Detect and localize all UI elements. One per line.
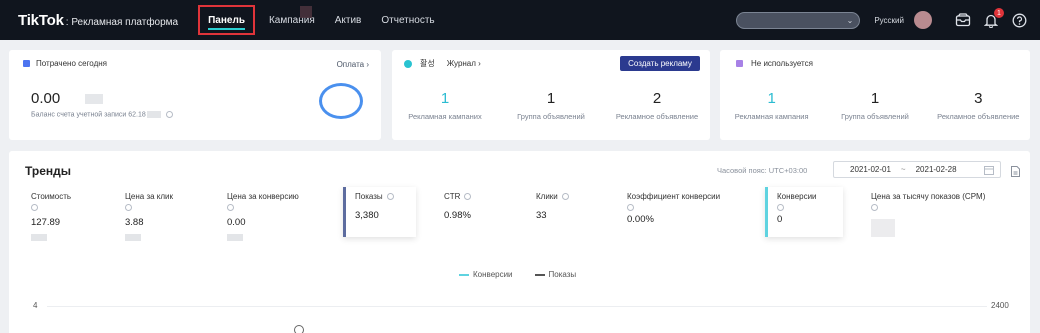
spend-card-header: Потрачено сегодня <box>23 59 107 68</box>
spend-amount: 0.00 <box>31 90 61 107</box>
active-status-icon <box>404 59 412 68</box>
date-to: 2021-02-28 <box>915 165 957 174</box>
redacted-area <box>227 234 243 241</box>
info-icon <box>561 193 569 201</box>
info-icon <box>386 193 394 201</box>
legend-item-impressions[interactable]: Показы <box>534 270 576 279</box>
metric-conversion-rate[interactable]: Коэффициент конверсии 0.00% <box>627 192 720 225</box>
chart-data-point[interactable] <box>294 325 304 333</box>
redacted-area <box>871 219 895 237</box>
messages-icon[interactable] <box>954 11 972 29</box>
metric-conversions[interactable]: Конверсии 0 <box>777 192 817 225</box>
unused-card-title: Не используется <box>751 59 813 68</box>
stat-ads[interactable]: 2 Рекламное объявление <box>604 90 710 121</box>
stat-ad-groups[interactable]: 1 Группа объявлений <box>823 90 926 121</box>
redacted-area <box>125 234 141 241</box>
top-navigation-bar: TikTok : Рекламная платформа Панель Камп… <box>0 0 1040 40</box>
active-campaigns-card: 활성 Журнал › Создать рекламу 1 Рекламная … <box>392 50 710 140</box>
active-card-header: 활성 Журнал › <box>404 58 481 69</box>
nav-item-assets[interactable]: Актив <box>325 0 372 40</box>
unused-stats: 1 Рекламная кампания 1 Группа объявлений… <box>720 90 1030 121</box>
nav-item-campaign[interactable]: Кампания <box>259 0 325 40</box>
active-tag: 활성 <box>420 59 435 68</box>
bell-icon[interactable]: 1 <box>982 8 1004 29</box>
chart-legend: Конверсии Показы <box>459 270 598 279</box>
spend-card-title: Потрачено сегодня <box>36 59 107 68</box>
unused-card-header: Не используется <box>736 59 813 68</box>
date-separator: ~ <box>900 165 906 174</box>
metric-cost[interactable]: Стоимость 127.89 <box>31 192 71 241</box>
info-icon <box>777 204 784 211</box>
stat-ad-groups[interactable]: 1 Группа объявлений <box>498 90 604 121</box>
avatar[interactable] <box>914 11 932 29</box>
y-axis-left-tick: 4 <box>33 301 38 310</box>
stat-campaigns[interactable]: 1 Рекламная кампаних <box>392 90 498 121</box>
info-icon <box>627 204 634 211</box>
info-icon <box>227 204 234 211</box>
download-icon[interactable] <box>1011 164 1020 182</box>
info-icon <box>871 204 878 211</box>
info-icon[interactable] <box>165 111 173 118</box>
redacted-area <box>300 6 312 18</box>
chevron-down-icon: ⌄ <box>846 15 854 25</box>
account-selector[interactable]: ⌄ <box>736 11 861 29</box>
y-axis-right-tick: 2400 <box>991 301 1009 310</box>
create-ad-button[interactable]: Создать рекламу <box>620 56 700 71</box>
timezone-label: Часовой пояс: UTC+03:00 <box>717 166 808 175</box>
info-icon <box>125 204 132 211</box>
chart-gridline <box>47 306 987 307</box>
brand-logo[interactable]: TikTok : Рекламная платформа <box>18 12 178 29</box>
tiktok-logo: TikTok <box>18 11 64 29</box>
info-icon <box>464 193 472 201</box>
stat-campaigns[interactable]: 1 Рекламная кампания <box>720 90 823 121</box>
metric-clicks[interactable]: Клики 33 <box>536 192 569 221</box>
payment-link[interactable]: Оплата › <box>337 60 369 69</box>
stat-ads[interactable]: 3 Рекламное объявление <box>927 90 1030 121</box>
metric-ctr[interactable]: CTR 0.98% <box>444 192 472 221</box>
trends-panel: Тренды Часовой пояс: UTC+03:00 2021-02-0… <box>9 151 1030 333</box>
language-switcher[interactable]: Русский <box>874 16 904 25</box>
info-icon <box>31 204 38 211</box>
legend-item-conversions[interactable]: Конверсии <box>459 270 513 279</box>
brand-subtitle: : Рекламная платформа <box>65 16 179 28</box>
nav-item-dashboard[interactable]: Панель <box>198 5 255 35</box>
inactive-status-icon <box>736 60 743 67</box>
spend-ring-chart <box>319 83 363 119</box>
trends-title: Тренды <box>25 164 71 178</box>
journal-link[interactable]: Журнал › <box>447 59 481 68</box>
redacted-area <box>85 94 103 104</box>
metric-impressions[interactable]: Показы 3,380 <box>355 192 394 221</box>
metric-cpc[interactable]: Цена за клик 3.88 <box>125 192 173 241</box>
spend-today-card: Потрачено сегодня Оплата › 0.00 Баланс с… <box>9 50 381 140</box>
metric-cost-per-conversion[interactable]: Цена за конверсию 0.00 <box>227 192 299 241</box>
nav-item-reporting[interactable]: Отчетность <box>371 0 444 40</box>
topbar-tools: ⌄ Русский 1 <box>736 0 1028 40</box>
date-from: 2021-02-01 <box>850 165 891 174</box>
date-range-picker[interactable]: 2021-02-01 ~ 2021-02-28 <box>833 161 1001 178</box>
main-nav: Панель Кампания Актив Отчетность <box>194 0 445 40</box>
active-stats: 1 Рекламная кампаних 1 Группа объявлений… <box>392 90 710 121</box>
calendar-icon <box>984 165 994 177</box>
wallet-icon <box>23 60 30 67</box>
metric-cpm[interactable]: Цена за тысячу показов (CPM) <box>871 192 985 211</box>
notification-badge: 1 <box>994 8 1004 18</box>
help-icon[interactable] <box>1010 11 1028 29</box>
redacted-area <box>31 234 47 241</box>
account-balance: Баланс счета учетной записи 62.18 <box>31 111 173 118</box>
unused-card: Не используется 1 Рекламная кампания 1 Г… <box>720 50 1030 140</box>
